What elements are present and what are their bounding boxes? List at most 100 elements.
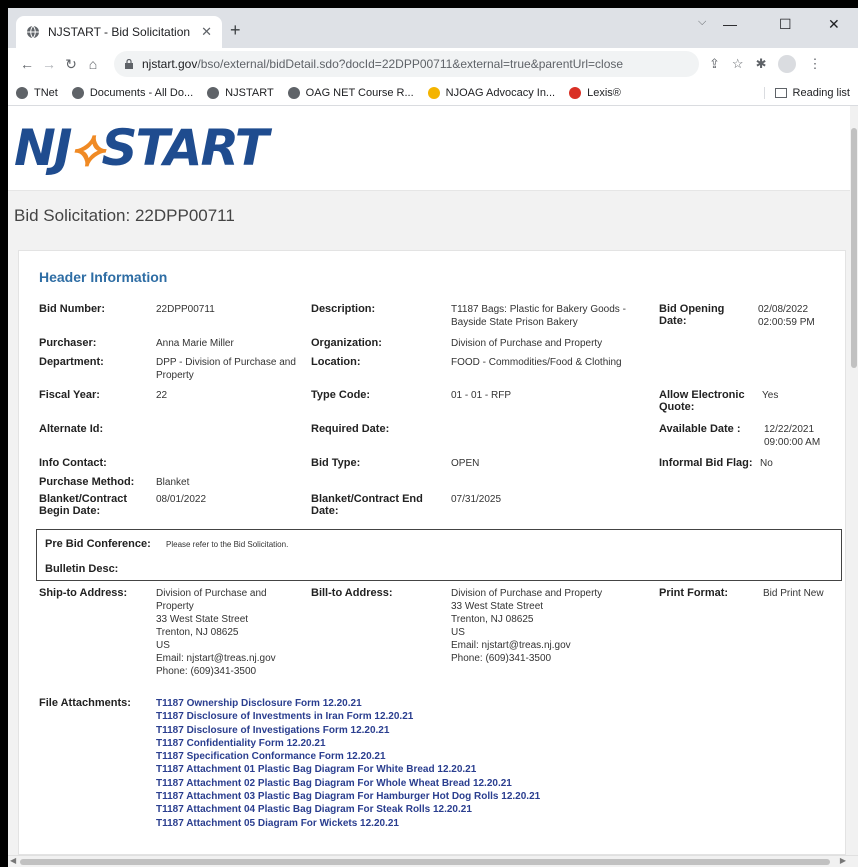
tab-strip: NJSTART - Bid Solicitation ✕ + ⌵ — ☐ ✕ (8, 8, 858, 48)
label: Bill-to Address: (311, 587, 393, 599)
scroll-left-icon[interactable]: ◀ (10, 856, 16, 865)
label: Alternate Id: (39, 423, 104, 435)
row-info-contact: Info Contact: Bid Type: OPEN Informal Bi… (39, 457, 833, 476)
tab-close-icon[interactable]: ✕ (201, 24, 212, 40)
maximize-icon[interactable]: ☐ (779, 16, 792, 33)
new-tab-button[interactable]: + (230, 20, 241, 41)
scroll-right-icon[interactable]: ▶ (840, 856, 846, 865)
globe-icon (16, 86, 28, 99)
attachment-link[interactable]: T1187 Attachment 04 Plastic Bag Diagram … (156, 803, 540, 816)
label: Bid Number: (39, 303, 105, 315)
page-viewport: NJ⟡START Bid Solicitation: 22DPP00711 He… (8, 106, 850, 855)
value: 01 - 01 - RFP (451, 390, 512, 401)
label: Required Date: (311, 423, 390, 435)
value: 12/22/2021 09:00:00 AM (764, 424, 821, 448)
label: Purchase Method: (39, 476, 135, 488)
attachment-link[interactable]: T1187 Attachment 05 Diagram For Wickets … (156, 817, 540, 830)
label: Location: (311, 356, 361, 368)
value: Division of Purchase and Property (451, 338, 603, 349)
attachment-link[interactable]: T1187 Ownership Disclosure Form 12.20.21 (156, 697, 540, 710)
reload-icon[interactable]: ↻ (60, 56, 82, 73)
page-title: Bid Solicitation: 22DPP00711 (8, 190, 850, 240)
njstart-logo: NJ⟡START (14, 119, 269, 177)
label: Allow Electronic Quote: (659, 389, 745, 413)
attachment-link[interactable]: T1187 Attachment 01 Plastic Bag Diagram … (156, 763, 540, 776)
toolbar-icons: ⇪ ☆ ✱ ⋮ (709, 55, 821, 73)
value: Bid Print New (763, 588, 824, 599)
row-purchase-method: Purchase Method: Blanket (39, 476, 833, 493)
value: 22DPP00711 (156, 304, 215, 315)
address-bar[interactable]: njstart.gov/bso/external/bidDetail.sdo?d… (114, 51, 699, 77)
tab-search-chevron-icon[interactable]: ⌵ (698, 16, 706, 29)
value: 07/31/2025 (451, 494, 502, 505)
vertical-scrollbar[interactable] (850, 106, 858, 855)
globe-icon (71, 86, 84, 99)
label: File Attachments: (39, 697, 131, 709)
label: Informal Bid Flag: (659, 457, 753, 469)
attachment-link[interactable]: T1187 Specification Conformance Form 12.… (156, 750, 540, 763)
label: Blanket/Contract Begin Date: (39, 493, 128, 517)
label: Bid Opening Date: (659, 303, 725, 327)
value: No (760, 458, 773, 469)
reading-list-button[interactable]: Reading list (763, 86, 850, 99)
window-close-icon[interactable]: ✕ (828, 16, 840, 33)
bookmark-oag-net[interactable]: OAG NET Course R... (287, 86, 414, 99)
url-path: /bso/external/bidDetail.sdo?docId=22DPP0… (197, 57, 624, 71)
row-alternate-id: Alternate Id: Required Date: Available D… (39, 423, 833, 457)
label: Bulletin Desc: (45, 563, 119, 575)
bookmark-tnet[interactable]: TNet (16, 86, 58, 99)
share-icon[interactable]: ⇪ (709, 56, 720, 72)
label: Blanket/Contract End Date: (311, 493, 423, 517)
value: 22 (156, 390, 168, 401)
horizontal-scroll-thumb[interactable] (20, 859, 830, 865)
value: T1187 Bags: Plastic for Bakery Goods - B… (451, 304, 626, 328)
extensions-icon[interactable]: ✱ (756, 56, 767, 72)
row-file-attachments: File Attachments: T1187 Ownership Disclo… (39, 697, 833, 847)
back-icon[interactable]: ← (16, 56, 38, 72)
label: Print Format: (659, 587, 729, 599)
globe-icon (207, 86, 220, 99)
label: Organization: (311, 337, 382, 349)
lock-icon (125, 59, 133, 69)
attachment-link[interactable]: T1187 Attachment 02 Plastic Bag Diagram … (156, 777, 540, 790)
forward-icon[interactable]: → (38, 56, 60, 72)
browser-toolbar: ← → ↻ ⌂ njstart.gov/bso/external/bidDeta… (8, 48, 858, 80)
value: Anna Marie Miller (156, 338, 234, 349)
label: Purchaser: (39, 337, 97, 349)
reading-list-icon (774, 87, 787, 98)
attachment-link[interactable]: T1187 Disclosure of Investments in Iran … (156, 710, 540, 723)
minimize-icon[interactable]: — (723, 16, 737, 32)
bookmark-documents[interactable]: Documents - All Do... (71, 86, 193, 99)
row-blanket-dates: Blanket/Contract Begin Date: 08/01/2022 … (39, 493, 833, 529)
horizontal-scrollbar[interactable]: ◀ ▶ (8, 855, 858, 867)
bookmark-star-icon[interactable]: ☆ (732, 56, 744, 72)
value: 08/01/2022 (156, 494, 207, 505)
attachment-link[interactable]: T1187 Disclosure of Investigations Form … (156, 724, 540, 737)
value: Please refer to the Bid Solicitation. (166, 540, 289, 549)
label: Available Date : (659, 423, 741, 435)
home-icon[interactable]: ⌂ (82, 56, 104, 72)
row-purchaser: Purchaser: Anna Marie Miller Organizatio… (39, 337, 833, 356)
menu-icon[interactable]: ⋮ (808, 56, 821, 72)
tab-title: NJSTART - Bid Solicitation (48, 25, 191, 39)
vertical-scroll-thumb[interactable] (851, 128, 857, 368)
bookmark-njoag[interactable]: NJOAG Advocacy In... (427, 86, 555, 99)
value: 02/08/2022 02:00:59 PM (758, 304, 815, 328)
globe-icon (27, 25, 39, 39)
value: Blanket (156, 477, 190, 488)
profile-avatar[interactable] (778, 55, 797, 73)
value: DPP - Division of Purchase and Property (156, 357, 296, 381)
attachment-link[interactable]: T1187 Confidentiality Form 12.20.21 (156, 737, 540, 750)
attachment-link[interactable]: T1187 Attachment 03 Plastic Bag Diagram … (156, 790, 540, 803)
bookmark-njstart[interactable]: NJSTART (207, 86, 274, 99)
bookmark-lexis[interactable]: Lexis® (569, 86, 621, 99)
njoag-icon (427, 86, 440, 99)
value: Yes (762, 390, 779, 401)
label: Info Contact: (39, 457, 107, 469)
ship-to-address: Division of Purchase and Property 33 West … (156, 588, 276, 677)
label: Type Code: (311, 389, 371, 401)
globe-icon (287, 86, 300, 99)
bookmarks-bar: TNet Documents - All Do... NJSTART OAG N… (8, 80, 858, 106)
tab-njstart[interactable]: NJSTART - Bid Solicitation ✕ (16, 16, 222, 48)
bill-to-address: Division of Purchase and Property 33 West… (451, 588, 603, 664)
